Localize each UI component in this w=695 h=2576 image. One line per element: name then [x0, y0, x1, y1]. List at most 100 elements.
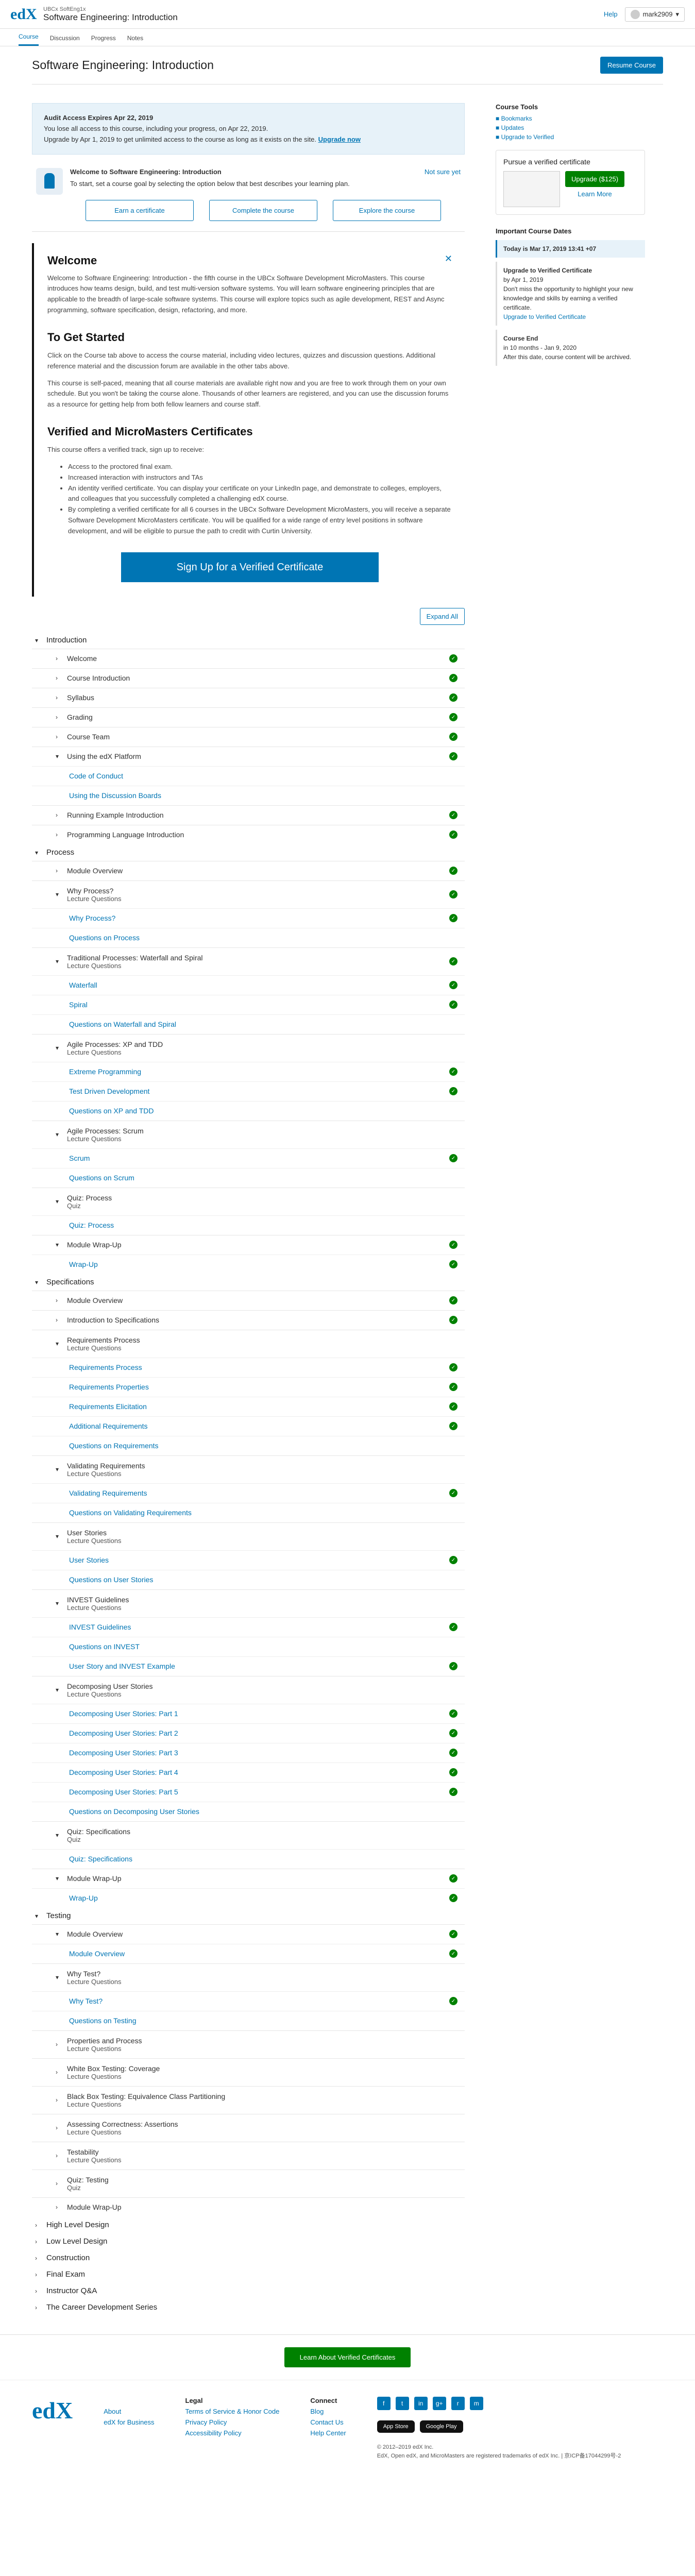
- section-specifications[interactable]: ▾ Specifications: [32, 1274, 465, 1291]
- section-the-career-development-series[interactable]: › The Career Development Series: [32, 2299, 465, 2316]
- meetup-icon[interactable]: m: [469, 2396, 483, 2410]
- subsection-programming-language-introduction[interactable]: › Programming Language Introduction ✓: [32, 824, 465, 844]
- section-final-exam[interactable]: › Final Exam: [32, 2266, 465, 2283]
- resume-course-button[interactable]: Resume Course: [600, 57, 663, 74]
- footer-link-contact-us[interactable]: Contact Us: [310, 2418, 346, 2426]
- section-introduction[interactable]: ▾ Introduction: [32, 632, 465, 649]
- subsection-module-wrap-up[interactable]: › Module Wrap-Up: [32, 2197, 465, 2217]
- subsection-course-introduction[interactable]: › Course Introduction ✓: [32, 668, 465, 688]
- learn-verified-button[interactable]: Learn About Verified Certificates: [284, 2347, 411, 2367]
- unit-link[interactable]: Questions on Scrum: [69, 1174, 134, 1182]
- footer-link-help-center[interactable]: Help Center: [310, 2429, 346, 2437]
- subsection-module-overview[interactable]: › Module Overview ✓: [32, 1290, 465, 1310]
- unit-link[interactable]: Questions on INVEST: [69, 1642, 140, 1651]
- unit-link[interactable]: Decomposing User Stories: Part 4: [69, 1768, 178, 1776]
- unit-link[interactable]: Additional Requirements: [69, 1422, 148, 1430]
- tool-upgrade-to-verified[interactable]: ■ Upgrade to Verified: [496, 132, 645, 142]
- section-instructor-q-a[interactable]: › Instructor Q&A: [32, 2283, 465, 2299]
- subsection-module-overview[interactable]: ▾ Module Overview ✓: [32, 1924, 465, 1944]
- google-play-badge[interactable]: Google Play: [419, 2420, 463, 2433]
- footer-link-terms-of-service-honor-code[interactable]: Terms of Service & Honor Code: [185, 2408, 280, 2415]
- unit-link[interactable]: Decomposing User Stories: Part 2: [69, 1729, 178, 1737]
- subsection-running-example-introduction[interactable]: › Running Example Introduction ✓: [32, 805, 465, 825]
- subsection-module-overview[interactable]: › Module Overview ✓: [32, 860, 465, 880]
- expand-all-button[interactable]: Expand All: [419, 607, 465, 625]
- subsection-agile-processes-scrum[interactable]: ▾ Agile Processes: Scrum Lecture Questions: [32, 1120, 465, 1148]
- subsection-decomposing-user-stories[interactable]: ▾ Decomposing User Stories Lecture Questio…: [32, 1675, 465, 1704]
- app-store-badge[interactable]: App Store: [377, 2420, 415, 2433]
- subsection-quiz-testing[interactable]: › Quiz: Testing Quiz: [32, 2169, 465, 2197]
- tab-discussion[interactable]: Discussion: [50, 35, 80, 46]
- subsection-grading[interactable]: › Grading ✓: [32, 707, 465, 727]
- subsection-quiz-specifications[interactable]: ▾ Quiz: Specifications Quiz: [32, 1821, 465, 1849]
- unit-link[interactable]: Requirements Process: [69, 1363, 142, 1371]
- signup-verified-button[interactable]: Sign Up for a Verified Certificate: [121, 552, 379, 582]
- footer-link-accessibility-policy[interactable]: Accessibility Policy: [185, 2429, 280, 2437]
- google-plus-icon[interactable]: g+: [432, 2396, 446, 2410]
- footer-logo[interactable]: edX: [32, 2397, 73, 2461]
- subsection-white-box-testing-coverage[interactable]: › White Box Testing: Coverage Lecture Ques…: [32, 2058, 465, 2086]
- subsection-traditional-processes-waterfall-and-spiral[interactable]: ▾ Traditional Processes: Waterfall and Sp…: [32, 947, 465, 975]
- date-link[interactable]: Upgrade to Verified Certificate: [503, 313, 586, 320]
- tool-bookmarks[interactable]: ■ Bookmarks: [496, 114, 645, 123]
- unit-link[interactable]: Questions on User Stories: [69, 1575, 153, 1584]
- unit-link[interactable]: Validating Requirements: [69, 1489, 147, 1497]
- reddit-icon[interactable]: r: [451, 2396, 465, 2410]
- subsection-why-test[interactable]: ▾ Why Test? Lecture Questions: [32, 1963, 465, 1991]
- close-icon[interactable]: ✕: [445, 251, 452, 266]
- unit-link[interactable]: Decomposing User Stories: Part 3: [69, 1749, 178, 1757]
- footer-link-about[interactable]: About: [104, 2408, 154, 2415]
- unit-link[interactable]: Requirements Elicitation: [69, 1402, 147, 1411]
- unit-link[interactable]: Scrum: [69, 1154, 90, 1162]
- subsection-using-the-edx-platform[interactable]: ▾ Using the edX Platform ✓: [32, 746, 465, 766]
- edx-logo[interactable]: edX: [10, 6, 37, 23]
- upgrade-now-link[interactable]: Upgrade now: [318, 135, 361, 143]
- footer-link-edx-for-business[interactable]: edX for Business: [104, 2418, 154, 2426]
- subsection-invest-guidelines[interactable]: ▾ INVEST Guidelines Lecture Questions: [32, 1589, 465, 1617]
- unit-link[interactable]: Decomposing User Stories: Part 5: [69, 1788, 178, 1796]
- unit-link[interactable]: Questions on Decomposing User Stories: [69, 1807, 199, 1816]
- subsection-introduction-to-specifications[interactable]: › Introduction to Specifications ✓: [32, 1310, 465, 1330]
- tool-updates[interactable]: ■ Updates: [496, 123, 645, 132]
- unit-link[interactable]: Questions on Testing: [69, 2016, 137, 2025]
- learn-more-link[interactable]: Learn More: [578, 190, 612, 198]
- unit-link[interactable]: Wrap-Up: [69, 1894, 98, 1902]
- unit-link[interactable]: Module Overview: [69, 1950, 125, 1958]
- subsection-testability[interactable]: › Testability Lecture Questions: [32, 2141, 465, 2170]
- tab-progress[interactable]: Progress: [91, 35, 116, 46]
- unit-link[interactable]: Code of Conduct: [69, 772, 123, 780]
- subsection-course-team[interactable]: › Course Team ✓: [32, 726, 465, 747]
- subsection-agile-processes-xp-and-tdd[interactable]: ▾ Agile Processes: XP and TDD Lecture Ques…: [32, 1033, 465, 1062]
- not-sure-link[interactable]: Not sure yet: [425, 168, 461, 176]
- unit-link[interactable]: Decomposing User Stories: Part 1: [69, 1709, 178, 1718]
- twitter-icon[interactable]: t: [395, 2396, 409, 2410]
- goal-explore-the-course-button[interactable]: Explore the course: [333, 200, 441, 222]
- subsection-properties-and-process[interactable]: › Properties and Process Lecture Questions: [32, 2030, 465, 2058]
- unit-link[interactable]: Questions on Waterfall and Spiral: [69, 1020, 176, 1028]
- linkedin-icon[interactable]: in: [414, 2396, 428, 2410]
- section-construction[interactable]: › Construction: [32, 2250, 465, 2266]
- subsection-welcome[interactable]: › Welcome ✓: [32, 648, 465, 668]
- footer-link-privacy-policy[interactable]: Privacy Policy: [185, 2418, 280, 2426]
- tab-course[interactable]: Course: [19, 33, 39, 46]
- unit-link[interactable]: Questions on Process: [69, 934, 140, 942]
- goal-complete-the-course-button[interactable]: Complete the course: [209, 200, 317, 222]
- section-process[interactable]: ▾ Process: [32, 844, 465, 861]
- subsection-assessing-correctness-assertions[interactable]: › Assessing Correctness: Assertions Lectur…: [32, 2113, 465, 2142]
- subsection-syllabus[interactable]: › Syllabus ✓: [32, 687, 465, 707]
- unit-link[interactable]: User Story and INVEST Example: [69, 1662, 175, 1670]
- subsection-quiz-process[interactable]: ▾ Quiz: Process Quiz: [32, 1187, 465, 1215]
- help-link[interactable]: Help: [604, 10, 618, 18]
- unit-link[interactable]: Quiz: Specifications: [69, 1855, 132, 1863]
- unit-link[interactable]: Using the Discussion Boards: [69, 791, 161, 800]
- subsection-validating-requirements[interactable]: ▾ Validating Requirements Lecture Question…: [32, 1455, 465, 1483]
- goal-earn-a-certificate-button[interactable]: Earn a certificate: [86, 200, 194, 222]
- facebook-icon[interactable]: f: [377, 2396, 391, 2410]
- user-menu[interactable]: mark2909 ▾: [624, 7, 685, 22]
- unit-link[interactable]: Why Process?: [69, 914, 115, 922]
- tab-notes[interactable]: Notes: [127, 35, 143, 46]
- section-low-level-design[interactable]: › Low Level Design: [32, 2233, 465, 2250]
- unit-link[interactable]: Spiral: [69, 1001, 88, 1009]
- section-testing[interactable]: ▾ Testing: [32, 1908, 465, 1924]
- unit-link[interactable]: Why Test?: [69, 1997, 103, 2005]
